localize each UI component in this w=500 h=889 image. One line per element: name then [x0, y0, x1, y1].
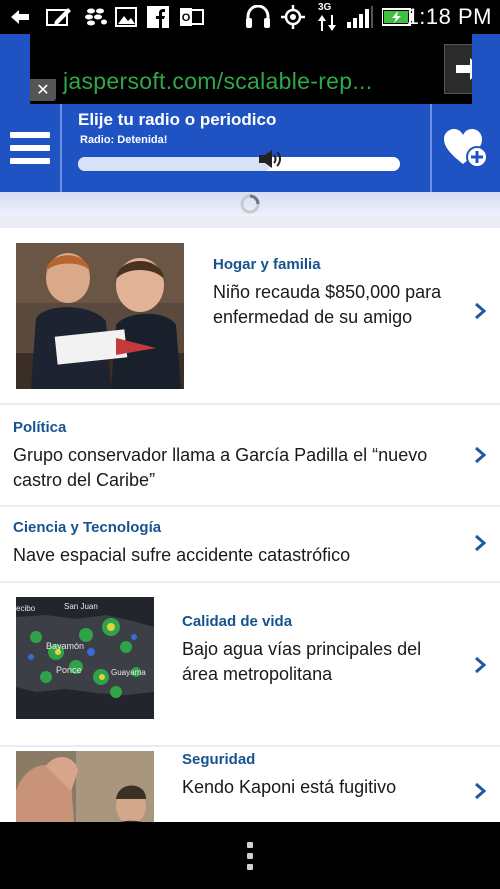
menu-dot — [247, 852, 253, 859]
news-category: Calidad de vida — [182, 613, 293, 630]
news-item[interactable]: ecibo San Juan Bayamón Ponce Guayama Cal… — [0, 583, 500, 745]
chevron-right-icon[interactable] — [474, 782, 486, 800]
ad-close-button[interactable]: ✕ — [30, 79, 56, 101]
ad-content[interactable]: jaspersoft.com/scalable-rep... — [30, 34, 472, 104]
ad-url[interactable]: jaspersoft.com/scalable-rep... — [63, 68, 372, 95]
loading-bar — [0, 192, 500, 216]
facebook-icon — [146, 6, 170, 28]
loading-spinner-icon — [240, 194, 260, 214]
news-headline[interactable]: Grupo conservador llama a García Padilla… — [13, 443, 453, 493]
chevron-right-icon[interactable] — [474, 302, 486, 320]
app-header: Elije tu radio o periodico Radio: Deteni… — [0, 104, 500, 192]
news-headline[interactable]: Nave espacial sufre accidente catastrófi… — [13, 543, 453, 568]
radio-status: Radio: Detenida! — [80, 134, 168, 146]
edit-icon — [46, 6, 72, 28]
headset-icon — [244, 5, 272, 28]
clock: 1:18 PM — [406, 4, 492, 29]
news-text[interactable]: Calidad de vida Bajo agua vías principal… — [182, 613, 462, 687]
news-text[interactable]: Seguridad Kendo Kaponi está fugitivo — [182, 751, 462, 800]
volume-slider-fill — [78, 157, 272, 171]
news-headline[interactable]: Niño recauda $850,000 para enfermedad de… — [213, 280, 463, 330]
news-thumbnail[interactable] — [16, 243, 184, 389]
overflow-menu-icon[interactable] — [247, 841, 253, 870]
chevron-right-icon[interactable] — [474, 446, 486, 464]
chevron-right-icon[interactable] — [474, 656, 486, 674]
news-thumbnail[interactable]: ecibo San Juan Bayamón Ponce Guayama — [16, 597, 154, 719]
network-type-label: 3G — [318, 2, 332, 13]
heart-plus-icon — [444, 129, 488, 168]
outlook-icon: O — [180, 6, 204, 28]
map-label: Bayamón — [46, 641, 84, 651]
chevron-right-icon[interactable] — [474, 534, 486, 552]
news-text[interactable]: Hogar y familia Niño recauda $850,000 pa… — [213, 256, 463, 330]
map-label: ecibo — [16, 604, 36, 613]
back-arrow-icon — [8, 6, 32, 28]
news-feed[interactable]: Hogar y familia Niño recauda $850,000 pa… — [0, 216, 500, 822]
svg-text:O: O — [182, 12, 191, 24]
gps-icon — [280, 5, 306, 29]
news-thumbnail[interactable] — [16, 751, 154, 822]
people-photo — [16, 751, 154, 822]
news-item[interactable]: Política Grupo conservador llama a Garcí… — [0, 405, 500, 505]
news-category: Política — [13, 419, 67, 436]
add-favorite-button[interactable] — [430, 104, 500, 192]
two-boys-photo — [16, 243, 184, 389]
radio-title: Elije tu radio o periodico — [78, 110, 277, 129]
system-nav-bar — [0, 822, 500, 889]
map-label: Guayama — [111, 668, 146, 677]
menu-dot — [247, 841, 253, 848]
close-icon: ✕ — [36, 82, 50, 99]
radar-map-photo: ecibo San Juan Bayamón Ponce Guayama — [16, 597, 154, 719]
volume-slider[interactable] — [78, 157, 400, 171]
ad-go-button[interactable] — [444, 44, 472, 94]
news-item[interactable]: Ciencia y Tecnología Nave espacial sufre… — [0, 507, 500, 581]
hamburger-icon-bar — [10, 158, 50, 164]
data-arrows-icon — [316, 14, 338, 32]
news-item[interactable]: Seguridad Kendo Kaponi está fugitivo — [0, 747, 500, 822]
menu-button[interactable] — [0, 104, 62, 192]
news-headline[interactable]: Kendo Kaponi está fugitivo — [182, 775, 462, 800]
ad-banner[interactable]: jaspersoft.com/scalable-rep... — [0, 34, 500, 104]
blackberry-messenger-icon — [84, 6, 108, 28]
news-text[interactable]: Política Grupo conservador llama a Garcí… — [13, 419, 453, 493]
thumbnail-cell — [0, 747, 166, 822]
map-label: San Juan — [64, 602, 98, 611]
radio-panel[interactable]: Elije tu radio o periodico Radio: Deteni… — [64, 104, 428, 192]
hamburger-icon-bar — [10, 145, 50, 151]
news-category: Seguridad — [182, 751, 256, 768]
thumbnail-cell — [0, 228, 197, 403]
speaker-icon[interactable] — [258, 148, 282, 170]
thumbnail-cell: ecibo San Juan Bayamón Ponce Guayama — [0, 583, 166, 745]
news-text[interactable]: Ciencia y Tecnología Nave espacial sufre… — [13, 519, 453, 568]
menu-dot — [247, 863, 253, 870]
news-headline[interactable]: Bajo agua vías principales del área metr… — [182, 637, 462, 687]
news-category: Ciencia y Tecnología — [13, 519, 162, 536]
news-category: Hogar y familia — [213, 256, 321, 273]
signal-icon — [346, 6, 374, 28]
map-label: Ponce — [56, 665, 82, 675]
status-bar: O 3G 1:18 PM — [0, 0, 500, 34]
news-item[interactable]: Hogar y familia Niño recauda $850,000 pa… — [0, 228, 500, 403]
arrow-right-icon — [456, 58, 472, 80]
gallery-icon — [114, 6, 138, 28]
hamburger-icon — [10, 132, 50, 138]
